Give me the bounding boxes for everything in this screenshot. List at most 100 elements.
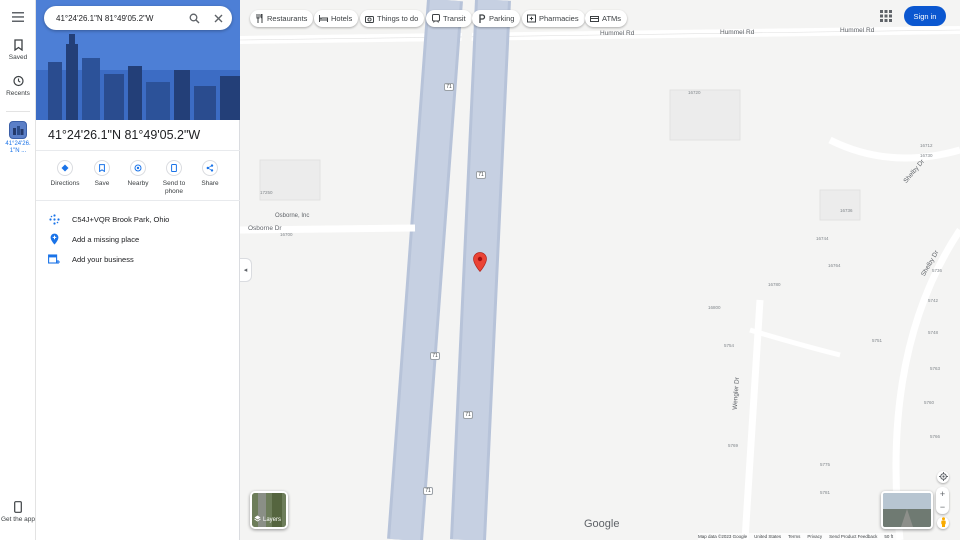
add-business-row[interactable]: Add your business <box>36 250 240 268</box>
address-label: 16780 <box>768 282 781 287</box>
send-to-phone-button[interactable]: Send to phone <box>156 160 192 196</box>
recent-place-item[interactable]: 41°24'26.1"N ... <box>0 121 36 155</box>
minus-icon: − <box>939 501 946 512</box>
country-link[interactable]: United States <box>754 534 781 539</box>
address-label: 5766 <box>930 434 941 439</box>
collapse-panel-button[interactable]: ◂ <box>240 258 252 282</box>
chip-transit[interactable]: Transit <box>426 10 472 27</box>
bookmark-icon <box>11 38 25 52</box>
recents-button[interactable]: Recents <box>0 74 36 97</box>
street-view-thumbnail[interactable] <box>881 491 933 529</box>
atm-icon <box>590 14 599 23</box>
saved-label: Saved <box>8 54 28 61</box>
add-business-icon <box>47 252 61 266</box>
nearby-label: Nearby <box>127 180 149 187</box>
layers-icon <box>254 515 261 524</box>
route-shield: 71 <box>463 411 473 419</box>
add-missing-place-row[interactable]: Add a missing place <box>36 230 240 248</box>
chip-things-to-do[interactable]: Things to do <box>360 10 425 27</box>
address-label: 16700 <box>280 232 293 237</box>
address-label: 5742 <box>928 298 939 303</box>
my-location-button[interactable] <box>937 471 949 483</box>
search-icon[interactable] <box>187 11 201 25</box>
plus-code-text: C54J+VQR Brook Park, Ohio <box>72 214 170 224</box>
location-pin-icon[interactable] <box>473 252 487 273</box>
saved-button[interactable]: Saved <box>0 38 36 61</box>
place-title: 41°24'26.1"N 81°49'05.2"W <box>48 128 201 142</box>
address-label: 5736 <box>932 268 943 273</box>
chip-parking[interactable]: Parking <box>472 10 521 27</box>
address-label: 5754 <box>724 343 735 348</box>
camera-icon <box>365 14 374 23</box>
privacy-link[interactable]: Privacy <box>807 534 822 539</box>
chip-label: Hotels <box>331 14 353 23</box>
chip-label: Pharmacies <box>539 14 579 23</box>
layers-button[interactable]: Layers <box>250 491 288 529</box>
pharmacy-icon <box>527 14 536 23</box>
nearby-button[interactable]: Nearby <box>120 160 156 188</box>
share-button[interactable]: Share <box>192 160 228 188</box>
recents-label: Recents <box>6 90 30 97</box>
route-shield: 71 <box>444 83 454 91</box>
restaurant-icon <box>255 14 264 23</box>
get-app-label: Get the app <box>1 516 35 523</box>
chip-hotels[interactable]: Hotels <box>314 10 359 27</box>
my-location-icon <box>938 471 948 483</box>
add-location-icon <box>47 232 61 246</box>
address-label: 5781 <box>820 490 831 495</box>
address-label: 5748 <box>928 330 939 335</box>
rail-divider <box>6 111 30 112</box>
close-icon[interactable] <box>211 11 225 25</box>
address-label: 16712 <box>920 143 933 148</box>
address-label: 5760 <box>924 400 935 405</box>
chip-restaurants[interactable]: Restaurants <box>250 10 314 27</box>
feedback-link[interactable]: Send Product Feedback <box>829 534 877 539</box>
directions-icon <box>57 160 73 176</box>
plus-code-icon <box>47 212 61 226</box>
parking-icon <box>477 14 486 23</box>
map-footer: Map data ©2023 Google United States Term… <box>698 533 901 540</box>
share-label: Share <box>201 180 219 187</box>
search-input[interactable] <box>56 13 176 23</box>
menu-button[interactable] <box>0 10 36 26</box>
address-label: 16764 <box>828 263 841 268</box>
map-data-text: Map data ©2023 Google <box>698 534 748 539</box>
zoom-in-button[interactable]: + <box>936 487 949 500</box>
chip-label: Parking <box>489 14 515 23</box>
scale-bar[interactable]: 50 ft <box>884 534 893 539</box>
pegman-button[interactable] <box>937 517 949 529</box>
plus-code-row[interactable]: C54J+VQR Brook Park, Ohio <box>36 210 240 228</box>
chip-atms[interactable]: ATMs <box>585 10 628 27</box>
send-to-phone-label: Send to phone <box>162 180 186 195</box>
chip-label: Restaurants <box>267 14 308 23</box>
plus-icon: + <box>939 488 946 499</box>
chip-label: Transit <box>443 14 466 23</box>
nearby-icon <box>130 160 146 176</box>
search-box[interactable] <box>44 6 232 30</box>
phone-icon <box>11 500 25 514</box>
layers-label: Layers <box>254 515 281 524</box>
hamburger-menu-icon <box>11 10 25 24</box>
add-business-text: Add your business <box>72 254 134 264</box>
terms-link[interactable]: Terms <box>788 534 800 539</box>
map-canvas[interactable]: Hummel Rd Hummel Rd Hummel Rd Shelby Dr … <box>240 0 960 540</box>
recent-place-label: 41°24'26.1"N ... <box>5 141 31 154</box>
share-icon <box>202 160 218 176</box>
bookmark-icon <box>94 160 110 176</box>
transit-icon <box>431 14 440 23</box>
google-apps-icon[interactable] <box>879 9 893 23</box>
address-label: 16800 <box>708 305 721 310</box>
sign-in-button[interactable]: Sign in <box>904 6 946 26</box>
poi-text: Osborne, Inc <box>275 213 310 219</box>
recent-place-thumbnail <box>9 121 27 139</box>
get-app-button[interactable]: Get the app <box>0 500 36 523</box>
directions-button[interactable]: Directions <box>47 160 83 188</box>
chip-pharmacies[interactable]: Pharmacies <box>522 10 585 27</box>
save-button[interactable]: Save <box>84 160 120 188</box>
hotel-icon <box>319 14 328 23</box>
zoom-out-button[interactable]: − <box>936 500 949 513</box>
route-shield: 71 <box>423 487 433 495</box>
chevron-left-icon: ◂ <box>243 267 248 274</box>
poi-label[interactable]: Osborne, Inc <box>275 213 309 219</box>
place-panel: 41°24'26.1"N 81°49'05.2"W Directions Sav… <box>36 0 240 540</box>
